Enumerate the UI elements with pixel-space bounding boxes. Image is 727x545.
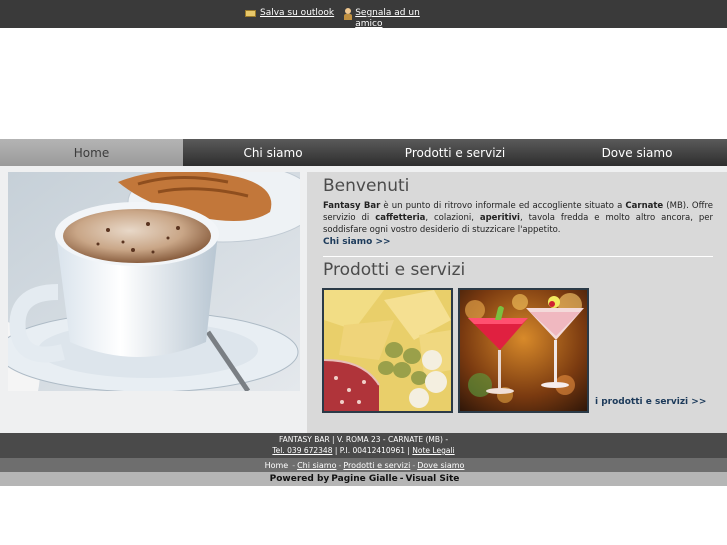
divider	[323, 256, 713, 257]
products-heading: Prodotti e servizi	[323, 260, 466, 280]
cocktails-image[interactable]	[458, 288, 589, 413]
text-segment: è un punto di ritrovo informale ed accog…	[380, 201, 626, 211]
welcome-text: Fantasy Bar è un punto di ritrovo inform…	[323, 200, 713, 236]
footer-legal-link[interactable]: Note Legali	[412, 446, 454, 455]
footer-address: FANTASY BAR | V. ROMA 23 - CARNATE (MB) …	[278, 435, 449, 444]
nav-item-home[interactable]: Home	[0, 139, 183, 166]
person-icon	[343, 8, 353, 20]
powered-by-bar: Powered by Pagine Gialle - Visual Site	[0, 472, 727, 486]
powered-separator: -	[399, 474, 404, 484]
footer-nav-chi-siamo[interactable]: Chi siamo	[297, 461, 336, 470]
powered-by-label: Powered by	[269, 474, 330, 484]
footer-nav-separator: -	[338, 460, 342, 470]
footer-line2: Tel. 039 672348 | P.I. 00412410961 | Not…	[0, 445, 727, 456]
text-bold-fantasy-bar: Fantasy Bar	[323, 201, 381, 211]
nav-item-prodotti[interactable]: Prodotti e servizi	[363, 139, 547, 166]
top-bar: Salva su outlook Segnala ad un amico	[0, 0, 727, 30]
main-nav: Home Chi siamo Prodotti e servizi Dove s…	[0, 139, 727, 166]
footer-piva: | P.I. 00412410961 |	[332, 446, 413, 455]
footer-tel-link[interactable]: Tel. 039 672348	[272, 446, 332, 455]
footer: FANTASY BAR | V. ROMA 23 - CARNATE (MB) …	[0, 433, 727, 458]
mail-icon	[245, 10, 256, 17]
text-bold-aperitivi: aperitivi	[479, 213, 520, 223]
text-bold-caffetteria: caffetteria	[375, 213, 426, 223]
footer-nav-prodotti[interactable]: Prodotti e servizi	[343, 461, 410, 470]
footer-nav-separator: -	[412, 460, 416, 470]
hero-cappuccino-image	[8, 172, 300, 391]
tell-a-friend-label: Segnala ad un amico	[355, 8, 420, 29]
prodotti-servizi-link[interactable]: i prodotti e servizi >>	[595, 397, 706, 407]
main-content: Benvenuti Fantasy Bar è un punto di ritr…	[0, 166, 727, 433]
footer-nav: Home - Chi siamo - Prodotti e servizi - …	[0, 458, 727, 472]
footer-nav-dove-siamo[interactable]: Dove siamo	[417, 461, 464, 470]
visual-site-link[interactable]: Visual Site	[405, 474, 459, 484]
text-bold-carnate: Carnate	[625, 201, 664, 211]
right-panel: Benvenuti Fantasy Bar è un punto di ritr…	[307, 172, 727, 433]
tell-a-friend-link[interactable]: Segnala ad un amico	[343, 8, 433, 30]
welcome-heading: Benvenuti	[323, 176, 410, 196]
pagine-gialle-link[interactable]: Pagine Gialle	[331, 474, 397, 484]
chi-siamo-link[interactable]: Chi siamo >>	[323, 237, 391, 247]
footer-nav-home[interactable]: Home	[265, 461, 289, 470]
save-outlook-link[interactable]: Salva su outlook	[245, 8, 334, 18]
nav-item-dove-siamo[interactable]: Dove siamo	[547, 139, 727, 166]
nav-item-chi-siamo[interactable]: Chi siamo	[183, 139, 363, 166]
footer-nav-separator: -	[292, 460, 296, 470]
save-outlook-label: Salva su outlook	[260, 8, 335, 18]
text-segment: , colazioni,	[425, 213, 480, 223]
cheese-salami-image[interactable]	[322, 288, 453, 413]
